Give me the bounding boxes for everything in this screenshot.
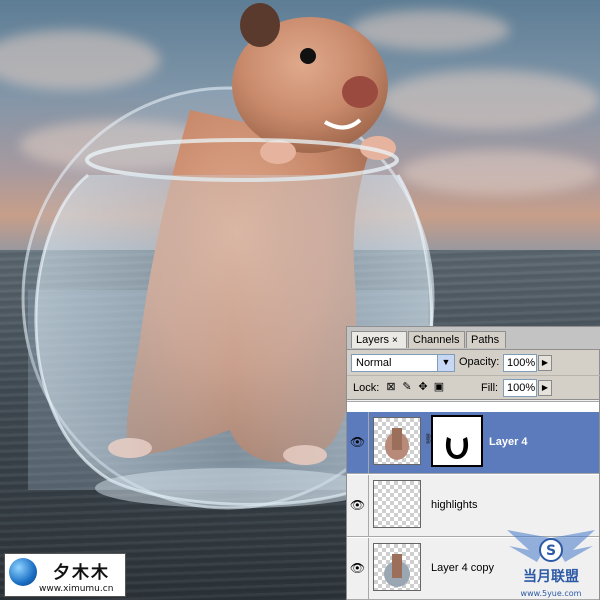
globe-logo-icon	[9, 558, 37, 586]
blend-opacity-row: Normal ▼ Opacity: 100% ▶	[347, 351, 600, 373]
lock-all-padlock-icon[interactable]: ▣	[433, 381, 445, 393]
panel-tabs: Layers × Channels Paths	[347, 327, 600, 350]
watermark-logo-url: www.ximumu.cn	[39, 584, 114, 594]
blend-mode-select[interactable]: Normal ▼	[351, 354, 455, 372]
layer-name: Layer 4	[489, 436, 528, 448]
svg-text:S: S	[546, 543, 556, 559]
opacity-input[interactable]: 100%	[503, 354, 537, 372]
layer-row-partial[interactable]	[347, 400, 599, 402]
layer-thumbnail	[373, 417, 421, 465]
tab-channels[interactable]: Channels	[408, 331, 465, 348]
tab-paths[interactable]: Paths	[466, 331, 506, 348]
bowl-base	[95, 468, 375, 508]
layer-mask-thumbnail[interactable]	[431, 415, 483, 467]
layer-thumbnail	[373, 480, 421, 528]
lock-position-move-icon[interactable]: ✥	[417, 381, 429, 393]
watermark-site-url: www.5yue.com	[520, 589, 582, 598]
layer-thumbnail	[373, 543, 421, 591]
layer-row[interactable]: 👁 ⛓ Layer 4	[347, 412, 599, 474]
tab-layers-label: Layers	[356, 334, 390, 346]
lock-label: Lock:	[353, 382, 380, 394]
fill-label: Fill:	[481, 382, 499, 394]
lock-image-pixels-brush-icon[interactable]: ✎	[401, 381, 413, 393]
hamster-eye	[300, 48, 316, 64]
watermark-logo-text: 夕木木	[53, 563, 110, 583]
hamster-ear	[240, 3, 280, 47]
hamster-paw-left	[260, 140, 296, 164]
layer-name: Layer 4 copy	[431, 562, 494, 574]
chevron-down-icon[interactable]: ▼	[437, 355, 454, 371]
watermark-site-text: 当月联盟	[523, 569, 579, 585]
tab-layers[interactable]: Layers ×	[351, 331, 407, 348]
tab-close-icon[interactable]: ×	[392, 335, 398, 346]
watermark-logo: 夕木木 www.ximumu.cn	[4, 553, 126, 597]
tab-paths-label: Paths	[471, 334, 500, 346]
fill-slider-arrow-icon[interactable]: ▶	[538, 380, 552, 396]
fill-input[interactable]: 100%	[503, 379, 537, 397]
hamster-nose	[342, 76, 378, 108]
layer-name: highlights	[431, 499, 478, 511]
opacity-label: Opacity:	[459, 356, 500, 368]
opacity-slider-arrow-icon[interactable]: ▶	[538, 355, 552, 371]
lock-fill-row: Lock: ⊠ ✎ ✥ ▣ Fill: 100% ▶	[347, 375, 600, 400]
lock-transparent-pixels-icon[interactable]: ⊠	[385, 381, 397, 393]
eye-visibility-icon[interactable]: 👁	[347, 475, 369, 536]
blend-mode-value: Normal	[356, 357, 392, 369]
eye-visibility-icon[interactable]: 👁	[347, 538, 369, 599]
eye-visibility-icon[interactable]: 👁	[347, 412, 369, 473]
tab-channels-label: Channels	[413, 334, 460, 346]
watermark-site: S 当月联盟 www.5yue.com	[503, 528, 599, 598]
